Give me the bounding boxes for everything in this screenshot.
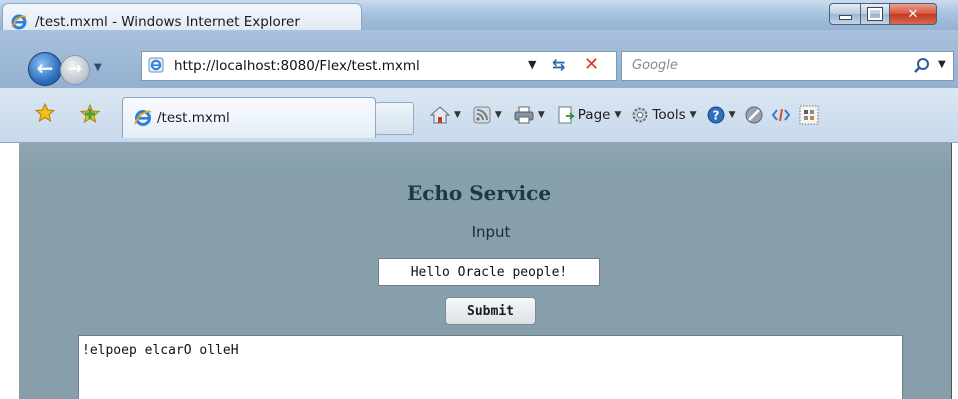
back-button[interactable]: ←	[28, 52, 62, 86]
minimize-button[interactable]	[829, 3, 861, 25]
tools-menu-label: Tools	[652, 107, 686, 123]
app-title: Echo Service	[406, 181, 552, 205]
forward-button[interactable]: →	[60, 55, 90, 85]
minimize-icon	[838, 15, 852, 20]
help-icon: ?	[707, 106, 725, 124]
research-icon	[745, 106, 763, 124]
close-window-button[interactable]: ✕	[890, 3, 937, 25]
stop-icon[interactable]: ✕	[584, 54, 604, 75]
search-icon[interactable]	[912, 56, 932, 76]
chevron-down-icon[interactable]: ▼	[495, 110, 502, 120]
maximize-icon	[867, 7, 883, 21]
page-menu-label: Page	[577, 107, 611, 123]
print-button[interactable]: ▼	[514, 106, 545, 124]
favorites-star-icon[interactable]	[35, 103, 55, 123]
tools-menu-button[interactable]: Tools ▼	[631, 106, 697, 124]
page-icon	[148, 57, 164, 73]
chevron-down-icon[interactable]: ▼	[454, 110, 461, 120]
address-url[interactable]: http://localhost:8080/Flex/test.mxml	[174, 58, 420, 74]
tab-test-mxml[interactable]: /test.mxml	[122, 97, 376, 138]
search-box[interactable]: Google ▼	[621, 51, 954, 81]
search-placeholder[interactable]: Google	[632, 58, 678, 73]
chevron-down-icon: ▼	[689, 110, 697, 120]
refresh-icon[interactable]: ⇆	[552, 55, 574, 75]
ie-logo-icon	[134, 110, 152, 126]
help-button[interactable]: ? ▼	[707, 106, 736, 124]
submit-button[interactable]: Submit	[445, 297, 536, 325]
input-label: Input	[471, 223, 511, 241]
tab-label: /test.mxml	[157, 110, 230, 126]
echo-input-field[interactable]	[378, 258, 600, 286]
address-bar[interactable]: http://localhost:8080/Flex/test.mxml ▼ ⇆…	[141, 51, 617, 81]
toolbar-commands: ▼ ▼ ▼ Page ▼ Tools ▼ ? ▼	[430, 104, 825, 126]
chevron-down-icon[interactable]: ▼	[538, 110, 545, 120]
new-tab-button[interactable]	[375, 102, 414, 135]
page-menu-icon	[558, 106, 575, 124]
window-controls: ✕	[829, 3, 951, 25]
add-favorites-icon[interactable]	[79, 103, 101, 125]
forward-arrow-icon: →	[67, 59, 83, 79]
grid-tool-button[interactable]	[799, 105, 819, 125]
title-tab: /test.mxml - Windows Internet Explorer	[2, 3, 362, 33]
address-dropdown-icon[interactable]: ▼	[528, 58, 536, 71]
home-button[interactable]: ▼	[430, 106, 461, 124]
browser-window: /test.mxml - Windows Internet Explorer ✕…	[0, 0, 958, 399]
code-brackets-icon	[772, 108, 791, 122]
maximize-button[interactable]	[861, 3, 890, 25]
page-menu-button[interactable]: Page ▼	[557, 106, 622, 124]
chevron-down-icon[interactable]: ▼	[729, 110, 736, 120]
search-dropdown-icon[interactable]: ▼	[938, 59, 946, 70]
developer-tools-button[interactable]	[771, 106, 791, 124]
close-icon: ✕	[907, 6, 919, 22]
chevron-down-icon: ▼	[614, 110, 622, 120]
feeds-button[interactable]: ▼	[473, 106, 502, 124]
back-arrow-icon: ←	[36, 56, 54, 80]
recent-pages-dropdown-icon[interactable]: ▼	[94, 62, 102, 73]
svg-text:?: ?	[712, 109, 719, 123]
feeds-icon	[473, 106, 491, 124]
printer-icon	[514, 106, 534, 124]
grid-icon	[799, 105, 819, 125]
echo-output-area[interactable]: !elpoep elcarO olleH	[78, 335, 903, 399]
gear-icon	[632, 107, 648, 123]
ie-logo-icon	[11, 14, 27, 30]
window-title: /test.mxml - Windows Internet Explorer	[35, 14, 300, 30]
home-icon	[430, 106, 450, 124]
research-button[interactable]	[745, 106, 763, 124]
